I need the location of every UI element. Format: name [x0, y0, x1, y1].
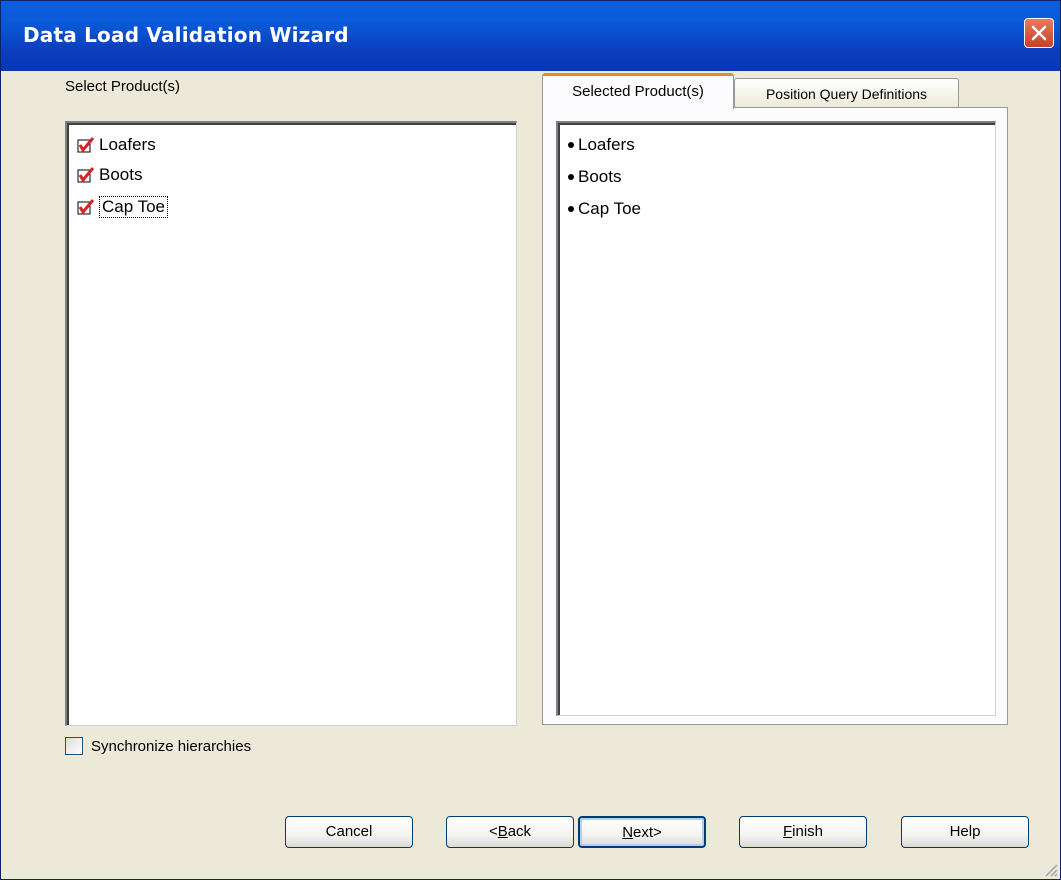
- tab-position-query-definitions[interactable]: Position Query Definitions: [734, 78, 959, 108]
- product-item-boots[interactable]: Boots: [77, 161, 142, 189]
- bullet-icon: [568, 206, 574, 212]
- window-title: Data Load Validation Wizard: [23, 23, 349, 47]
- selected-item-label: Cap Toe: [578, 199, 642, 218]
- next-label-rest: ext>: [633, 824, 662, 841]
- close-icon: [1031, 25, 1047, 41]
- cancel-label: Cancel: [325, 823, 373, 840]
- product-item-cap-toe[interactable]: Cap Toe: [77, 193, 169, 221]
- finish-label-rest: inish: [792, 823, 824, 840]
- finish-mnemonic: F: [782, 823, 793, 840]
- product-label: Loafers: [99, 135, 156, 154]
- title-bar[interactable]: Data Load Validation Wizard: [1, 1, 1060, 71]
- product-item-loafers[interactable]: Loafers: [77, 131, 156, 159]
- wizard-window: Data Load Validation Wizard Select Produ…: [0, 0, 1061, 880]
- resize-grip-icon[interactable]: [1042, 861, 1058, 877]
- product-checklist[interactable]: Loafers Boots Cap Toe: [65, 121, 517, 726]
- help-button[interactable]: Help: [901, 816, 1029, 848]
- back-label-prefix: <: [488, 823, 498, 840]
- selected-item: Cap Toe: [568, 195, 641, 223]
- bullet-icon: [568, 174, 574, 180]
- check-mark-icon[interactable]: [77, 198, 95, 216]
- selected-products-list[interactable]: Loafers Boots Cap Toe: [556, 121, 996, 716]
- next-mnemonic: N: [622, 824, 634, 841]
- select-products-label: Select Product(s): [65, 78, 181, 95]
- product-label: Cap Toe: [99, 196, 169, 218]
- selected-item: Loafers: [568, 131, 635, 159]
- check-mark-icon[interactable]: [77, 136, 95, 154]
- back-mnemonic: B: [497, 823, 508, 840]
- synchronize-hierarchies-option[interactable]: Synchronize hierarchies: [65, 737, 251, 755]
- bullet-icon: [568, 142, 574, 148]
- tab-selected-products[interactable]: Selected Product(s): [542, 73, 734, 109]
- selected-item: Boots: [568, 163, 621, 191]
- product-label: Boots: [99, 165, 143, 184]
- finish-button[interactable]: Finish: [739, 816, 867, 848]
- cancel-button[interactable]: Cancel: [285, 816, 413, 848]
- synchronize-label: Synchronize hierarchies: [91, 737, 252, 755]
- selected-item-label: Loafers: [578, 135, 635, 154]
- close-button[interactable]: [1024, 18, 1054, 48]
- back-button[interactable]: <Back: [446, 816, 574, 848]
- back-label-rest: ack: [507, 823, 532, 840]
- help-label: Help: [949, 823, 981, 840]
- next-button[interactable]: Next>: [578, 816, 706, 848]
- check-mark-icon[interactable]: [77, 166, 95, 184]
- synchronize-checkbox[interactable]: [65, 737, 83, 755]
- selected-item-label: Boots: [578, 167, 622, 186]
